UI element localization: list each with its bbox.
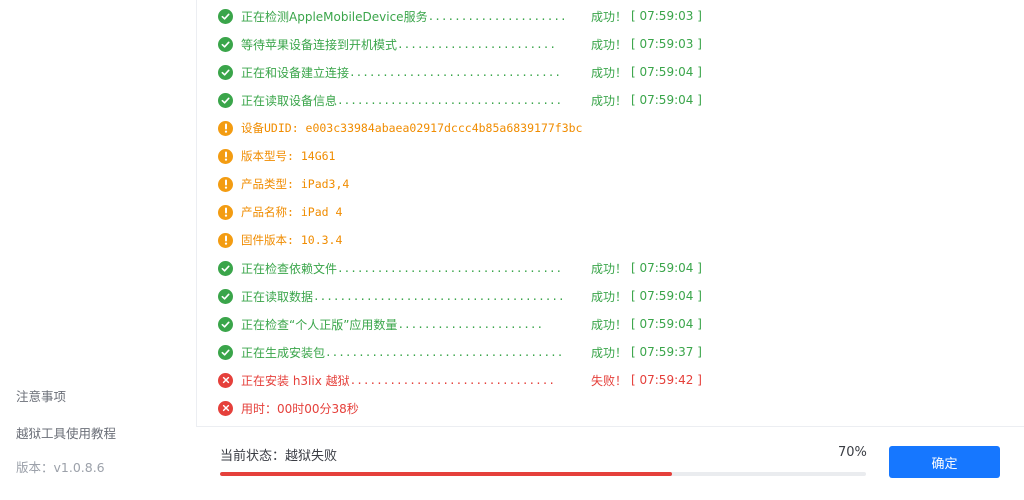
check-circle-icon bbox=[218, 344, 233, 360]
log-text: 正在读取数据 bbox=[241, 289, 314, 304]
log-text: 正在和设备建立连接 bbox=[241, 65, 350, 80]
log-dots: ........................ bbox=[397, 37, 556, 51]
log-dots: .................................. bbox=[337, 93, 563, 107]
log-text: 正在检查“个人正版”应用数量 bbox=[241, 317, 398, 332]
error-circle-icon bbox=[218, 400, 233, 416]
log-dots: ..................... bbox=[427, 9, 567, 23]
progress-bar bbox=[220, 472, 866, 476]
notes-link[interactable]: 注意事项 bbox=[16, 386, 66, 405]
log-row: 产品名称: iPad 4 bbox=[218, 199, 342, 225]
log-result: 成功！ bbox=[591, 9, 628, 24]
check-circle-icon bbox=[218, 288, 233, 304]
log-time: [ 07:59:37 ] bbox=[631, 345, 702, 359]
check-circle-icon bbox=[218, 8, 233, 24]
log-row: 固件版本: 10.3.4 bbox=[218, 227, 342, 253]
log-result: 成功！ bbox=[591, 37, 628, 52]
log-row: 产品类型: iPad3,4 bbox=[218, 171, 349, 197]
log-time: [ 07:59:04 ] bbox=[631, 317, 702, 331]
log-result: 成功！ bbox=[591, 65, 628, 80]
log-dots: ............................... bbox=[349, 373, 555, 387]
check-circle-icon bbox=[218, 64, 233, 80]
warning-circle-icon bbox=[218, 204, 233, 220]
log-dots: ...................................... bbox=[313, 289, 565, 303]
log-time: [ 07:59:03 ] bbox=[631, 9, 702, 23]
log-text: 产品名称: iPad 4 bbox=[241, 205, 343, 219]
warning-circle-icon bbox=[218, 176, 233, 192]
log-result: 成功！ bbox=[591, 93, 628, 108]
log-dots: ...................... bbox=[397, 317, 544, 331]
log-row: 正在检查依赖文件................................… bbox=[218, 255, 702, 281]
check-circle-icon bbox=[218, 260, 233, 276]
log-dots: ................................ bbox=[349, 65, 561, 79]
progress-percent: 70% bbox=[838, 445, 867, 460]
current-status: 当前状态：越狱失败 bbox=[220, 449, 338, 464]
log-time: [ 07:59:04 ] bbox=[631, 93, 702, 107]
check-circle-icon bbox=[218, 36, 233, 52]
warning-circle-icon bbox=[218, 232, 233, 248]
log-row: 用时：00时00分38秒 bbox=[218, 395, 359, 421]
confirm-button[interactable]: 确定 bbox=[889, 446, 1000, 478]
tutorial-link[interactable]: 越狱工具使用教程 bbox=[16, 423, 116, 442]
error-circle-icon bbox=[218, 372, 233, 388]
log-row: 正在和设备建立连接...............................… bbox=[218, 59, 702, 85]
log-time: [ 07:59:42 ] bbox=[631, 373, 702, 387]
log-text: 用时：00时00分38秒 bbox=[241, 401, 359, 416]
log-row: 设备UDID: e003c33984abaea02917dccc4b85a683… bbox=[218, 115, 583, 141]
log-row: 正在安装 h3lix 越狱...........................… bbox=[218, 367, 702, 393]
log-text: 正在检测AppleMobileDevice服务 bbox=[241, 9, 428, 24]
log-row: 正在读取数据..................................… bbox=[218, 283, 702, 309]
warning-circle-icon bbox=[218, 148, 233, 164]
log-dots: .................................... bbox=[325, 345, 564, 359]
log-row: 等待苹果设备连接到开机模式........................ 成功！… bbox=[218, 31, 702, 57]
log-result: 失败！ bbox=[591, 373, 628, 388]
log-result: 成功！ bbox=[591, 345, 628, 360]
log-text: 正在生成安装包 bbox=[241, 345, 326, 360]
log-row: 正在读取设备信息................................… bbox=[218, 87, 702, 113]
log-result: 成功！ bbox=[591, 289, 628, 304]
log-time: [ 07:59:04 ] bbox=[631, 261, 702, 275]
check-circle-icon bbox=[218, 92, 233, 108]
log-text: 正在安装 h3lix 越狱 bbox=[241, 373, 350, 388]
check-circle-icon bbox=[218, 316, 233, 332]
log-dots: .................................. bbox=[337, 261, 563, 275]
log-text: 正在检查依赖文件 bbox=[241, 261, 338, 276]
status-footer: 当前状态：越狱失败 70% 确定 bbox=[196, 426, 1024, 500]
log-time: [ 07:59:04 ] bbox=[631, 65, 702, 79]
log-time: [ 07:59:03 ] bbox=[631, 37, 702, 51]
log-time: [ 07:59:04 ] bbox=[631, 289, 702, 303]
log-row: 版本型号: 14G61 bbox=[218, 143, 335, 169]
sidebar: 注意事项 越狱工具使用教程 版本：v1.0.8.6 bbox=[0, 0, 197, 499]
log-text: 版本型号: 14G61 bbox=[241, 149, 336, 163]
log-row: 正在生成安装包.................................… bbox=[218, 339, 702, 365]
warning-circle-icon bbox=[218, 120, 233, 136]
log-text: 固件版本: 10.3.4 bbox=[241, 233, 343, 247]
log-result: 成功！ bbox=[591, 317, 628, 332]
jailbreak-log: 正在检测AppleMobileDevice服务.................… bbox=[218, 3, 1008, 423]
version-label: 版本：v1.0.8.6 bbox=[16, 460, 105, 475]
log-text: 等待苹果设备连接到开机模式 bbox=[241, 37, 398, 52]
log-result: 成功！ bbox=[591, 261, 628, 276]
log-text: 产品类型: iPad3,4 bbox=[241, 177, 350, 191]
log-row: 正在检查“个人正版”应用数量...................... 成功！[… bbox=[218, 311, 702, 337]
log-text: 设备UDID: e003c33984abaea02917dccc4b85a683… bbox=[241, 121, 583, 135]
log-text: 正在读取设备信息 bbox=[241, 93, 338, 108]
log-row: 正在检测AppleMobileDevice服务.................… bbox=[218, 3, 702, 29]
progress-fill bbox=[220, 472, 673, 476]
